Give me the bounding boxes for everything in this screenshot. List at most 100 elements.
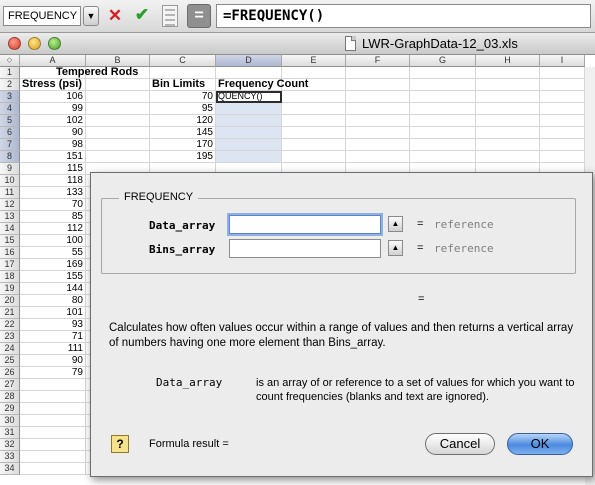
cell-g3[interactable]: [410, 91, 476, 103]
cell-a3[interactable]: 106: [20, 91, 86, 103]
column-header-d[interactable]: D: [216, 55, 282, 67]
cell-c4[interactable]: 95: [150, 103, 216, 115]
cell-a14[interactable]: 112: [20, 223, 86, 235]
cell-a17[interactable]: 169: [20, 259, 86, 271]
close-window-button[interactable]: [8, 37, 21, 50]
cell-i7[interactable]: [540, 139, 585, 151]
cancel-entry-button[interactable]: ✕: [106, 6, 124, 26]
cell-e8[interactable]: [282, 151, 346, 163]
row-header-24[interactable]: 24: [0, 343, 20, 355]
cell-f1[interactable]: [346, 67, 410, 79]
cell-a33[interactable]: [20, 451, 86, 463]
row-header-29[interactable]: 29: [0, 403, 20, 415]
row-header-3[interactable]: 3: [0, 91, 20, 103]
row-header-2[interactable]: 2: [0, 79, 20, 91]
row-header-30[interactable]: 30: [0, 415, 20, 427]
column-header-c[interactable]: C: [150, 55, 216, 67]
row-header-18[interactable]: 18: [0, 271, 20, 283]
cell-f7[interactable]: [346, 139, 410, 151]
cell-d6[interactable]: [216, 127, 282, 139]
row-header-7[interactable]: 7: [0, 139, 20, 151]
row-header-22[interactable]: 22: [0, 319, 20, 331]
cell-d7[interactable]: [216, 139, 282, 151]
cell-a20[interactable]: 80: [20, 295, 86, 307]
formula-input[interactable]: =FREQUENCY(): [216, 4, 591, 28]
cell-f3[interactable]: [346, 91, 410, 103]
cell-b8[interactable]: [86, 151, 150, 163]
cell-b2[interactable]: [86, 79, 150, 91]
row-header-10[interactable]: 10: [0, 175, 20, 187]
column-header-e[interactable]: E: [282, 55, 346, 67]
row-header-28[interactable]: 28: [0, 391, 20, 403]
cell-d5[interactable]: [216, 115, 282, 127]
name-box[interactable]: FREQUENCY: [3, 6, 81, 26]
cell-f8[interactable]: [346, 151, 410, 163]
edit-formula-button[interactable]: =: [187, 4, 211, 28]
cell-i4[interactable]: [540, 103, 585, 115]
cell-g4[interactable]: [410, 103, 476, 115]
cell-b4[interactable]: [86, 103, 150, 115]
cell-c7[interactable]: 170: [150, 139, 216, 151]
cell-a28[interactable]: [20, 391, 86, 403]
column-header-g[interactable]: G: [410, 55, 476, 67]
cell-a22[interactable]: 93: [20, 319, 86, 331]
cell-a18[interactable]: 155: [20, 271, 86, 283]
cell-g6[interactable]: [410, 127, 476, 139]
cell-h6[interactable]: [476, 127, 540, 139]
cell-a5[interactable]: 102: [20, 115, 86, 127]
cell-c2[interactable]: Bin Limits: [150, 79, 216, 91]
row-header-11[interactable]: 11: [0, 187, 20, 199]
row-header-25[interactable]: 25: [0, 355, 20, 367]
data-array-collapse-button[interactable]: ▲: [388, 216, 403, 232]
cell-a34[interactable]: [20, 463, 86, 475]
cell-e6[interactable]: [282, 127, 346, 139]
row-header-34[interactable]: 34: [0, 463, 20, 475]
cell-a10[interactable]: 118: [20, 175, 86, 187]
cell-h8[interactable]: [476, 151, 540, 163]
cell-i5[interactable]: [540, 115, 585, 127]
cell-a21[interactable]: 101: [20, 307, 86, 319]
row-header-26[interactable]: 26: [0, 367, 20, 379]
cell-a6[interactable]: 90: [20, 127, 86, 139]
cell-b5[interactable]: [86, 115, 150, 127]
cell-b6[interactable]: [86, 127, 150, 139]
cell-d4[interactable]: [216, 103, 282, 115]
cell-a15[interactable]: 100: [20, 235, 86, 247]
cell-c3[interactable]: 70: [150, 91, 216, 103]
row-header-17[interactable]: 17: [0, 259, 20, 271]
cell-e4[interactable]: [282, 103, 346, 115]
cell-h7[interactable]: [476, 139, 540, 151]
row-header-23[interactable]: 23: [0, 331, 20, 343]
row-header-27[interactable]: 27: [0, 379, 20, 391]
cell-h5[interactable]: [476, 115, 540, 127]
column-header-f[interactable]: F: [346, 55, 410, 67]
minimize-window-button[interactable]: [28, 37, 41, 50]
cell-a31[interactable]: [20, 427, 86, 439]
column-header-i[interactable]: I: [540, 55, 585, 67]
select-all-corner[interactable]: ◇: [0, 55, 20, 67]
row-header-14[interactable]: 14: [0, 223, 20, 235]
row-header-33[interactable]: 33: [0, 451, 20, 463]
row-header-13[interactable]: 13: [0, 211, 20, 223]
cell-a26[interactable]: 79: [20, 367, 86, 379]
cell-g2[interactable]: [410, 79, 476, 91]
cell-a12[interactable]: 70: [20, 199, 86, 211]
row-header-1[interactable]: 1: [0, 67, 20, 79]
cell-a13[interactable]: 85: [20, 211, 86, 223]
cell-i8[interactable]: [540, 151, 585, 163]
cell-f5[interactable]: [346, 115, 410, 127]
row-header-16[interactable]: 16: [0, 247, 20, 259]
cell-e7[interactable]: [282, 139, 346, 151]
cell-a23[interactable]: 71: [20, 331, 86, 343]
bins-array-collapse-button[interactable]: ▲: [388, 240, 403, 256]
cell-c5[interactable]: 120: [150, 115, 216, 127]
cell-a19[interactable]: 144: [20, 283, 86, 295]
cell-a24[interactable]: 111: [20, 343, 86, 355]
cell-g8[interactable]: [410, 151, 476, 163]
cell-h3[interactable]: [476, 91, 540, 103]
cell-a29[interactable]: [20, 403, 86, 415]
cell-i1[interactable]: [540, 67, 585, 79]
cell-c8[interactable]: 195: [150, 151, 216, 163]
cell-i6[interactable]: [540, 127, 585, 139]
cell-e5[interactable]: [282, 115, 346, 127]
